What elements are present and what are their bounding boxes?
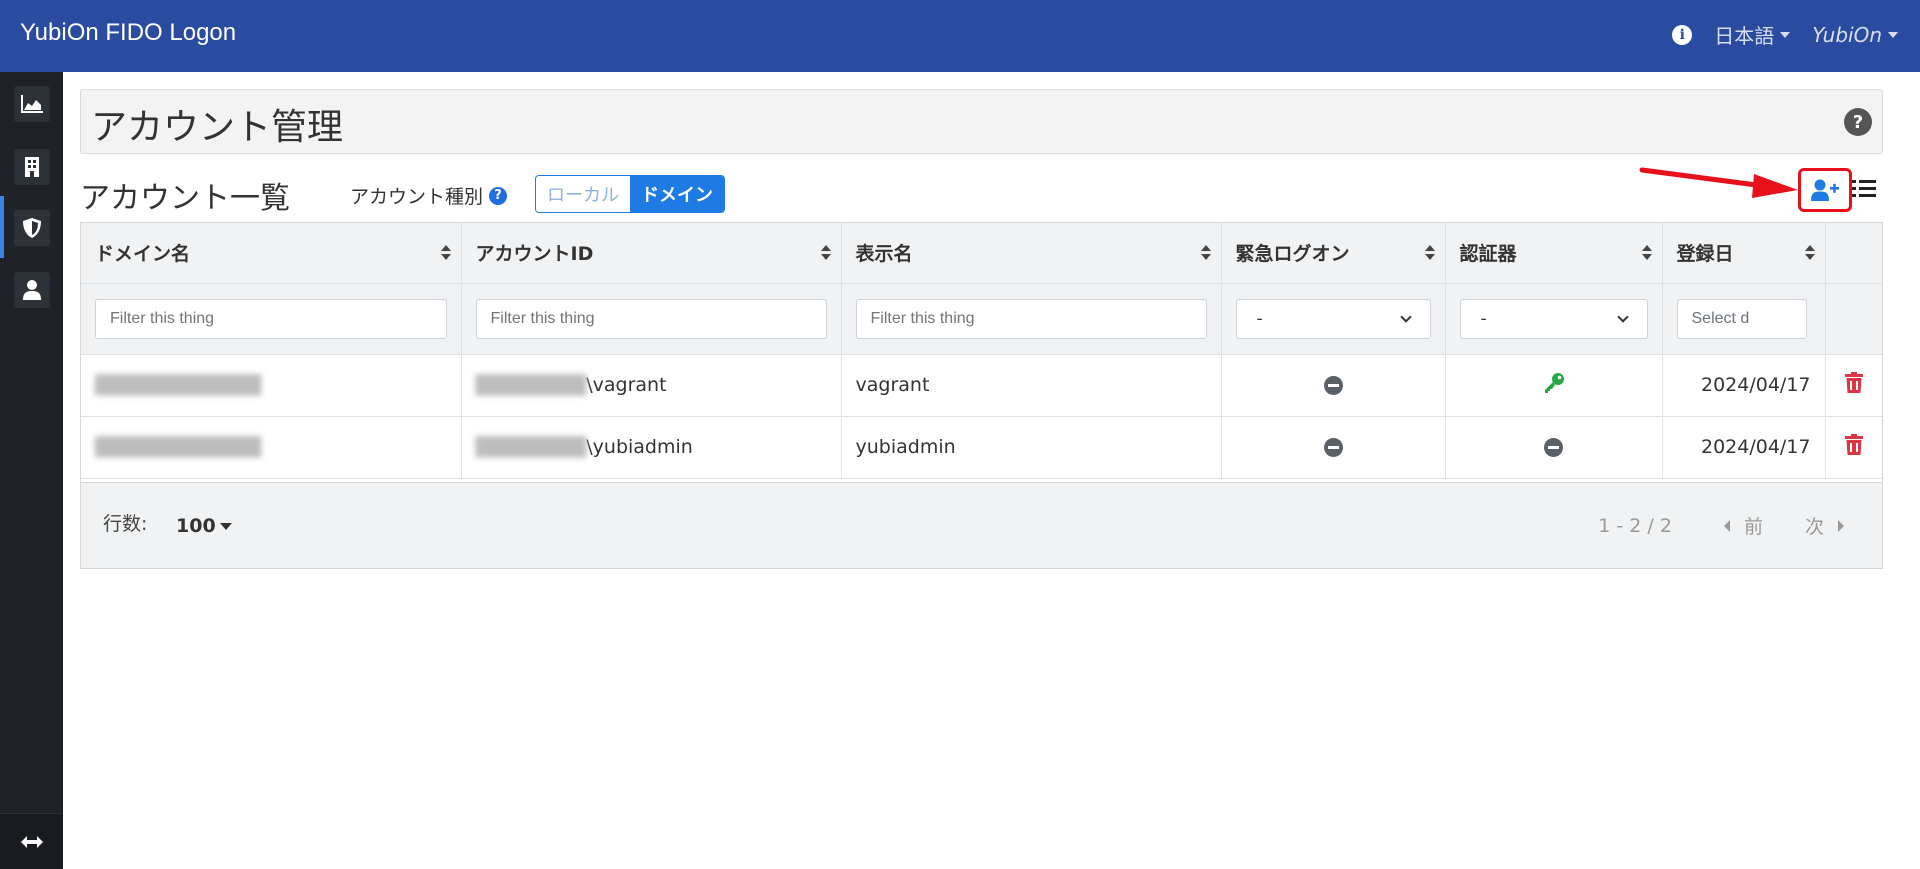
sidebar — [0, 72, 63, 869]
add-user-button[interactable] — [1798, 168, 1852, 212]
column-header-label: 緊急ログオン — [1235, 243, 1350, 266]
building-icon — [25, 157, 39, 177]
registered-date-cell: 2024/04/17 — [1662, 354, 1826, 417]
column-header-label: 認証器 — [1459, 243, 1517, 266]
account-id-redacted: ████████ — [475, 375, 587, 396]
account-id-filter-input[interactable] — [475, 298, 827, 339]
question-icon[interactable]: ? — [489, 186, 508, 205]
sort-icon[interactable] — [1200, 245, 1211, 260]
user-label: YubiOn — [1812, 22, 1882, 47]
caret-left-icon — [1723, 519, 1730, 532]
pagination-range: 1 - 2 / 2 — [1598, 514, 1672, 537]
info-icon[interactable]: i — [1672, 24, 1693, 45]
account-type-text: アカウント種別 — [350, 186, 484, 208]
domain-name-redacted: ████████████ — [95, 437, 262, 458]
chevron-down-icon — [1399, 310, 1412, 323]
sort-icon[interactable] — [820, 245, 831, 260]
page-header: アカウント管理 ? — [80, 89, 1883, 154]
domain-filter-input[interactable] — [95, 298, 447, 339]
caret-down-icon — [219, 522, 232, 530]
toggle-domain[interactable]: ドメイン — [630, 176, 724, 212]
minus-circle-icon — [1323, 438, 1343, 457]
table-footer: 行数: 100 1 - 2 / 2 前 次 — [81, 482, 1882, 568]
navbar-right: i 日本語 YubiOn — [1672, 20, 1898, 49]
language-dropdown[interactable]: 日本語 — [1714, 20, 1791, 49]
prev-page-button[interactable]: 前 — [1744, 512, 1763, 539]
select-value: - — [1256, 308, 1263, 329]
minus-circle-icon — [1544, 438, 1563, 457]
sort-icon[interactable] — [440, 245, 451, 260]
column-header-display-name[interactable]: 表示名 — [841, 223, 1222, 284]
red-arrow-annotation — [1639, 167, 1798, 198]
sort-icon[interactable] — [1804, 245, 1815, 260]
column-header-authenticator[interactable]: 認証器 — [1445, 223, 1663, 284]
user-icon — [23, 280, 41, 300]
trash-icon[interactable] — [1844, 434, 1863, 455]
toggle-local[interactable]: ローカル — [536, 176, 630, 212]
top-navbar: YubiOn FIDO Logon i 日本語 YubiOn — [0, 0, 1920, 72]
display-name-cell: vagrant — [841, 354, 1222, 417]
sidebar-item-organization[interactable] — [14, 149, 50, 185]
next-page-button[interactable]: 次 — [1805, 512, 1824, 539]
column-header-label: アカウントID — [475, 243, 594, 266]
expand-arrows-icon — [20, 835, 43, 848]
chevron-down-icon — [1616, 310, 1629, 323]
shield-icon — [23, 218, 41, 238]
rows-per-page-value: 100 — [176, 515, 216, 537]
date-filter-input[interactable]: Select d — [1676, 298, 1807, 339]
column-header-label: ドメイン名 — [95, 243, 191, 266]
section-title: アカウント一覧 — [80, 181, 290, 216]
column-header-label: 登録日 — [1676, 243, 1734, 266]
chart-area-icon — [21, 95, 43, 113]
filter-row: - - Select d — [81, 283, 1882, 355]
authenticator-filter-select[interactable]: - — [1459, 298, 1648, 339]
accounts-table: ドメイン名 アカウントID 表示名 緊急ログオン 認証器 登録日 - - Sel… — [80, 222, 1883, 569]
sidebar-item-security[interactable] — [14, 210, 50, 246]
sort-icon[interactable] — [1424, 245, 1435, 260]
rows-per-page-dropdown[interactable]: 100 — [176, 515, 232, 537]
minus-circle-icon — [1323, 376, 1343, 395]
domain-name-redacted: ████████████ — [95, 375, 262, 396]
column-header-registered-date[interactable]: 登録日 — [1662, 223, 1826, 284]
registered-date-cell: 2024/04/17 — [1662, 416, 1826, 479]
list-icon — [1852, 180, 1876, 197]
sidebar-toggle[interactable] — [0, 813, 63, 869]
user-plus-icon — [1811, 179, 1839, 201]
table-row[interactable]: ████████████ ████████\vagrant vagrant 20… — [81, 354, 1882, 417]
emergency-logon-filter-select[interactable]: - — [1235, 298, 1431, 339]
account-id-suffix: \yubiadmin — [586, 436, 693, 458]
key-icon — [1544, 372, 1564, 393]
rows-per-page-label: 行数: — [103, 513, 148, 535]
page-title: アカウント管理 — [91, 107, 344, 148]
caret-down-icon — [1888, 31, 1898, 38]
table-row[interactable]: ████████████ ████████\yubiadmin yubiadmi… — [81, 416, 1882, 479]
pagination: 1 - 2 / 2 前 次 — [1598, 512, 1844, 539]
column-header-account-id[interactable]: アカウントID — [461, 223, 842, 284]
accounts-grid: ドメイン名 アカウントID 表示名 緊急ログオン 認証器 登録日 - - Sel… — [81, 223, 1882, 479]
display-name-filter-input[interactable] — [855, 298, 1207, 339]
caret-right-icon — [1838, 519, 1844, 532]
sidebar-item-dashboard[interactable] — [14, 86, 50, 122]
select-value: - — [1480, 308, 1487, 329]
column-header-emergency-logon[interactable]: 緊急ログオン — [1221, 223, 1446, 284]
column-header-domain[interactable]: ドメイン名 — [81, 223, 462, 284]
account-type-toggle: ローカル ドメイン — [535, 175, 725, 213]
caret-down-icon — [1780, 31, 1791, 38]
sidebar-item-account[interactable] — [14, 272, 50, 308]
column-list-button[interactable] — [1852, 180, 1876, 202]
account-type-label: アカウント種別 ? — [350, 182, 508, 209]
column-header-label: 表示名 — [855, 243, 913, 266]
brand-title[interactable]: YubiOn FIDO Logon — [20, 19, 236, 47]
column-header-actions — [1825, 223, 1882, 284]
trash-icon[interactable] — [1844, 372, 1863, 393]
user-dropdown[interactable]: YubiOn — [1812, 23, 1898, 47]
language-label: 日本語 — [1714, 24, 1775, 48]
account-id-suffix: \vagrant — [586, 374, 667, 396]
table-header-row: ドメイン名 アカウントID 表示名 緊急ログオン 認証器 登録日 — [81, 223, 1882, 284]
account-id-redacted: ████████ — [475, 437, 587, 458]
sort-icon[interactable] — [1641, 245, 1652, 260]
sidebar-active-indicator — [0, 196, 4, 258]
display-name-cell: yubiadmin — [841, 416, 1222, 479]
help-icon[interactable]: ? — [1844, 108, 1872, 136]
